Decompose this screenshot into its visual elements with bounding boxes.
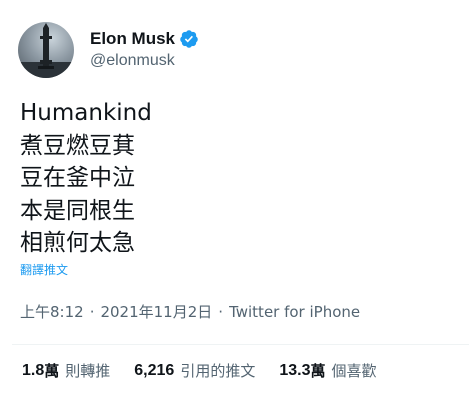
tweet-time[interactable]: 上午8:12 [20,301,84,322]
quote-tweets-count: 6,216 [134,361,175,379]
meta-separator: · [89,302,95,321]
meta-separator: · [218,302,224,321]
verified-badge-icon [179,29,199,49]
translate-tweet-link[interactable]: 翻譯推文 [20,261,68,278]
likes-count: 13.3 [279,361,311,379]
likes-stat[interactable]: 13.3 萬 個喜歡 [279,360,376,381]
quote-tweets-stat[interactable]: 6,216 引用的推文 [134,360,255,381]
retweets-stat[interactable]: 1.8 萬 則轉推 [22,360,110,381]
tweet-meta: 上午8:12 · 2021年11月2日 · Twitter for iPhone [20,301,360,322]
tweet-card: Elon Musk @elonmusk Humankind 煮豆燃豆萁 豆在釜中… [0,0,469,410]
retweets-count: 1.8 [22,361,45,379]
starship-avatar-image [18,23,74,78]
tweet-source[interactable]: Twitter for iPhone [229,303,360,321]
tweet-date[interactable]: 2021年11月2日 [100,301,212,322]
author-handle[interactable]: @elonmusk [90,52,175,70]
author-display-name[interactable]: Elon Musk [90,29,175,49]
tweet-text: Humankind 煮豆燃豆萁 豆在釜中泣 本是同根生 相煎何太急 [20,100,152,256]
likes-unit: 萬 [310,362,326,380]
likes-label: 個喜歡 [331,362,377,380]
quote-tweets-label: 引用的推文 [180,362,256,380]
avatar[interactable] [18,22,74,78]
divider [12,344,469,345]
retweets-unit: 萬 [44,362,60,380]
author-name-row: Elon Musk [90,28,199,50]
retweets-label: 則轉推 [65,362,111,380]
tweet-stats: 1.8 萬 則轉推 6,216 引用的推文 13.3 萬 個喜歡 [22,360,377,381]
